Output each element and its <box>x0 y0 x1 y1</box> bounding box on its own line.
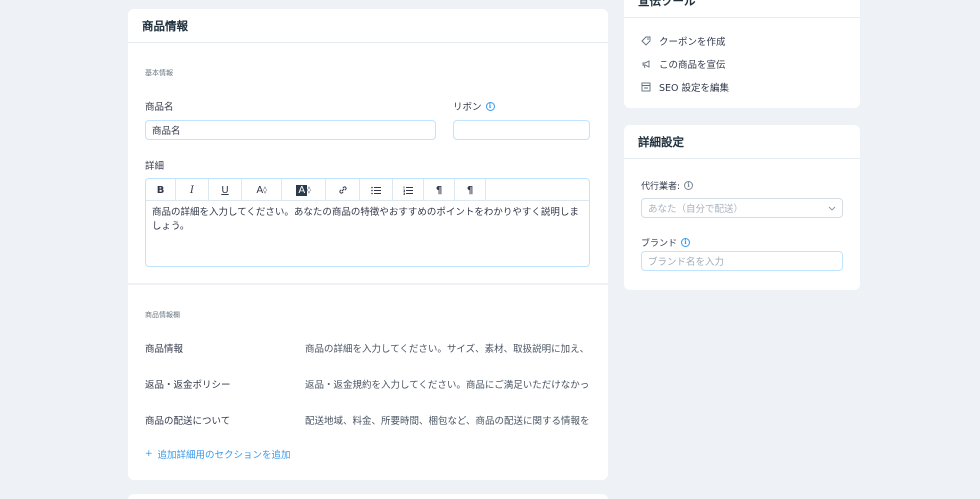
info-section-label: 商品情報欄 <box>145 311 180 319</box>
info-icon[interactable]: i <box>681 238 691 247</box>
chevron-down-icon <box>828 206 836 211</box>
ltr-icon: ¶ <box>466 184 474 196</box>
card-title: 商品情報 <box>128 9 608 43</box>
info-row-value[interactable]: 配送地域、料金、所要時間、梱包など、商品の配送に関する情報を... <box>305 413 590 427</box>
info-icon[interactable]: i <box>485 101 495 111</box>
droplet-icon: ◊ <box>307 186 311 194</box>
vendor-label: 代行業者: i <box>641 179 694 192</box>
product-name-label: 商品名 <box>145 99 174 113</box>
tag-icon <box>641 36 651 46</box>
create-coupon-label: クーポンを作成 <box>659 37 726 48</box>
brand-input[interactable]: ブランド名を入力 <box>641 251 843 271</box>
numbered-list-icon <box>403 186 413 195</box>
numbered-list-button[interactable] <box>393 179 424 201</box>
underline-button[interactable]: U <box>209 179 242 201</box>
add-section-label: 追加詳細用のセクションを追加 <box>157 450 291 461</box>
add-section-button[interactable]: + 追加詳細用のセクションを追加 <box>145 447 291 461</box>
description-editor[interactable]: B I U A ◊ A ◊ ¶ ¶ 商品の詳細を入力してください。あなたの商品の特徴… <box>145 178 590 267</box>
brand-label: ブランド i <box>641 236 691 249</box>
ltr-button[interactable]: ¶ <box>455 179 486 201</box>
bullet-list-button[interactable] <box>360 179 393 201</box>
vendor-label-text: 代行業者: <box>641 182 681 192</box>
plus-icon: + <box>145 449 153 459</box>
italic-icon: I <box>190 184 194 196</box>
product-name-input[interactable]: 商品名 <box>145 120 436 140</box>
promote-product-label: この商品を宣伝 <box>659 60 726 71</box>
brand-label-text: ブランド <box>641 239 678 249</box>
link-button[interactable] <box>326 179 360 201</box>
info-row-label[interactable]: 返品・返金ポリシー <box>145 377 231 391</box>
megaphone-icon <box>641 59 651 69</box>
bullet-list-icon <box>371 186 381 194</box>
edit-seo-link[interactable]: SEO 設定を編集 <box>641 80 729 94</box>
promote-product-link[interactable]: この商品を宣伝 <box>641 57 726 71</box>
underline-icon: U <box>221 184 229 196</box>
edit-seo-label: SEO 設定を編集 <box>659 83 730 94</box>
card-title: 詳細設定 <box>624 125 860 159</box>
text-color-button[interactable]: A ◊ <box>242 179 282 201</box>
bold-icon: B <box>156 184 165 196</box>
product-name-label-text: 商品名 <box>145 102 174 113</box>
italic-button[interactable]: I <box>176 179 209 201</box>
vendor-select-value: あなた（自分で配送） <box>648 204 744 215</box>
text-color-icon: A <box>256 184 264 196</box>
section-divider <box>128 283 608 285</box>
create-coupon-link[interactable]: クーポンを作成 <box>641 34 726 48</box>
basic-info-section-label: 基本情報 <box>145 69 173 77</box>
card-title: 宣伝ツール <box>624 0 860 18</box>
highlight-button[interactable]: A ◊ <box>282 179 326 201</box>
link-icon <box>338 186 347 194</box>
seo-icon <box>641 82 651 92</box>
ribbon-input[interactable] <box>453 120 590 140</box>
editor-toolbar: B I U A ◊ A ◊ ¶ ¶ <box>146 179 589 201</box>
product-info-card: 商品情報 基本情報 商品名 商品名 リボン i 詳細 B I U A ◊ A ◊ ¶… <box>128 9 608 480</box>
description-label: 詳細 <box>145 161 165 172</box>
info-row-value[interactable]: 商品の詳細を入力してください。サイズ、素材、取扱説明に加え、... <box>305 341 590 355</box>
rtl-button[interactable]: ¶ <box>424 179 455 201</box>
vendor-select[interactable]: あなた（自分で配送） <box>641 198 843 218</box>
next-card <box>128 494 608 499</box>
detail-settings-card: 詳細設定 代行業者: i あなた（自分で配送） ブランド i ブランド名を入力 <box>624 125 860 290</box>
description-text[interactable]: 商品の詳細を入力してください。あなたの商品の特徴やおすすめのポイントをわかりやす… <box>146 201 589 239</box>
info-row-value[interactable]: 返品・返金規約を入力してください。商品にご満足いただけなかっ... <box>305 377 590 391</box>
ribbon-label: リボン i <box>453 99 495 113</box>
bold-button[interactable]: B <box>146 179 176 201</box>
info-row-label[interactable]: 商品情報 <box>145 341 183 355</box>
droplet-icon: ◊ <box>263 186 267 194</box>
info-row-label[interactable]: 商品の配送について <box>145 413 230 427</box>
promo-tools-card: 宣伝ツール クーポンを作成 この商品を宣伝 SEO 設定を編集 <box>624 0 860 108</box>
info-icon[interactable]: i <box>684 181 694 190</box>
rtl-icon: ¶ <box>435 184 443 196</box>
ribbon-label-text: リボン <box>453 102 482 113</box>
highlight-icon: A <box>296 184 308 196</box>
